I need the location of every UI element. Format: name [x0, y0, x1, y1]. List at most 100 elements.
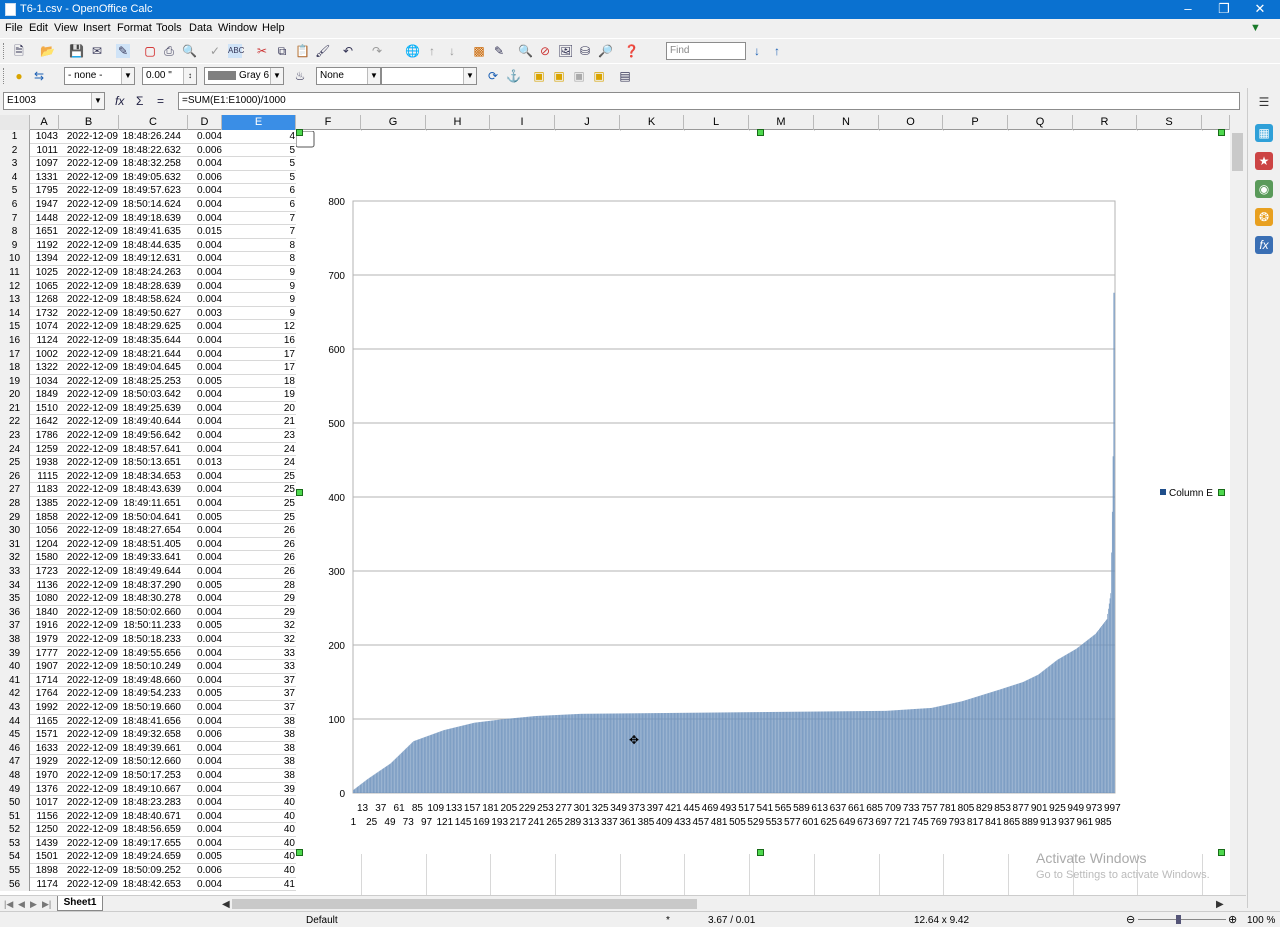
cell-b[interactable]: 2022-12-09: [59, 144, 118, 157]
previous-sheet-icon[interactable]: ◀: [18, 899, 25, 910]
find-replace-icon[interactable]: 🔍: [518, 44, 533, 58]
row-header[interactable]: 38: [0, 632, 30, 647]
cell-d[interactable]: 0.004: [189, 239, 222, 252]
cell-d[interactable]: 0.004: [189, 157, 222, 170]
cell-e[interactable]: 20: [223, 402, 295, 415]
cell-e[interactable]: 8: [223, 252, 295, 265]
cell-c[interactable]: 18:49:32.658: [119, 728, 181, 741]
cell-b[interactable]: 2022-12-09: [59, 334, 118, 347]
cell-c[interactable]: 18:49:17.655: [119, 837, 181, 850]
select-all-corner[interactable]: [0, 115, 30, 130]
cell-c[interactable]: 18:48:27.654: [119, 524, 181, 537]
cell-d[interactable]: 0.004: [189, 715, 222, 728]
vertical-scroll-thumb[interactable]: [1232, 133, 1243, 171]
column-header-j[interactable]: J: [555, 115, 620, 130]
cell-c[interactable]: 18:49:33.641: [119, 551, 181, 564]
hyperlink-icon[interactable]: 🌐: [405, 44, 420, 58]
cell-c[interactable]: 18:48:42.653: [119, 878, 181, 891]
cell-d[interactable]: 0.004: [189, 810, 222, 823]
cell-e[interactable]: 40: [223, 850, 295, 863]
row-header[interactable]: 3: [0, 157, 30, 171]
cell-d[interactable]: 0.004: [189, 783, 222, 796]
cell-e[interactable]: 39: [223, 783, 295, 796]
cell-b[interactable]: 2022-12-09: [59, 212, 118, 225]
cell-c[interactable]: 18:48:40.671: [119, 810, 181, 823]
selection-handle[interactable]: [757, 129, 764, 136]
cell-e[interactable]: 12: [223, 320, 295, 333]
cell-a[interactable]: 1074: [31, 320, 58, 333]
cell-d[interactable]: 0.004: [189, 334, 222, 347]
chevron-down-icon[interactable]: ▼: [270, 68, 283, 84]
column-header-p[interactable]: P: [943, 115, 1008, 130]
cell-e[interactable]: 28: [223, 579, 295, 592]
cell-d[interactable]: 0.004: [189, 293, 222, 306]
print-icon[interactable]: ⎙: [162, 44, 176, 58]
cell-a[interactable]: 1723: [31, 565, 58, 578]
row-header[interactable]: 48: [0, 768, 30, 783]
cell-a[interactable]: 1938: [31, 456, 58, 469]
cell-c[interactable]: 18:48:32.258: [119, 157, 181, 170]
row-header[interactable]: 34: [0, 578, 30, 593]
cell-b[interactable]: 2022-12-09: [59, 171, 118, 184]
last-sheet-icon[interactable]: ▶|: [42, 899, 51, 910]
cut-icon[interactable]: ✂: [255, 44, 269, 58]
cell-c[interactable]: 18:49:56.642: [119, 429, 181, 442]
function-icon[interactable]: =: [157, 94, 164, 108]
line-style-select[interactable]: - none - ▼: [64, 67, 135, 85]
area-style-select[interactable]: None ▼: [316, 67, 381, 85]
column-header-b[interactable]: B: [59, 115, 119, 130]
cell-d[interactable]: 0.004: [189, 184, 222, 197]
cell-c[interactable]: 18:48:25.253: [119, 375, 181, 388]
cell-e[interactable]: 40: [223, 796, 295, 809]
cell-b[interactable]: 2022-12-09: [59, 796, 118, 809]
chevron-down-icon[interactable]: ▼: [463, 68, 476, 84]
cell-e[interactable]: 26: [223, 538, 295, 551]
cell-b[interactable]: 2022-12-09: [59, 633, 118, 646]
cell-d[interactable]: 0.004: [189, 483, 222, 496]
cell-d[interactable]: 0.003: [189, 307, 222, 320]
cell-d[interactable]: 0.004: [189, 388, 222, 401]
cell-e[interactable]: 40: [223, 823, 295, 836]
row-header[interactable]: 25: [0, 456, 30, 470]
cell-e[interactable]: 26: [223, 524, 295, 537]
cell-a[interactable]: 1714: [31, 674, 58, 687]
row-header[interactable]: 11: [0, 265, 30, 280]
cell-c[interactable]: 18:49:40.644: [119, 415, 181, 428]
row-header[interactable]: 20: [0, 388, 30, 402]
cell-c[interactable]: 18:49:12.631: [119, 252, 181, 265]
gallery-sidebar-icon[interactable]: ◉: [1255, 180, 1273, 198]
cell-d[interactable]: 0.004: [189, 647, 222, 660]
cell-c[interactable]: 18:48:41.656: [119, 715, 181, 728]
horizontal-scroll-thumb[interactable]: [232, 899, 697, 909]
cell-a[interactable]: 1510: [31, 402, 58, 415]
area-icon[interactable]: ♨: [293, 69, 307, 83]
cell-e[interactable]: 40: [223, 810, 295, 823]
zoom-icon[interactable]: 🔎: [598, 44, 613, 58]
chevron-down-icon[interactable]: ▼: [121, 68, 134, 84]
sidebar-menu-icon[interactable]: ☰: [1255, 93, 1273, 111]
menu-data[interactable]: Data: [189, 22, 212, 34]
cell-c[interactable]: 18:48:44.635: [119, 239, 181, 252]
row-header[interactable]: 28: [0, 497, 30, 511]
row-header[interactable]: 30: [0, 524, 30, 538]
cell-a[interactable]: 1025: [31, 266, 58, 279]
cell-b[interactable]: 2022-12-09: [59, 606, 118, 619]
cell-a[interactable]: 1929: [31, 755, 58, 768]
cell-c[interactable]: 18:49:05.632: [119, 171, 181, 184]
find-input[interactable]: Find: [666, 42, 746, 60]
menu-window[interactable]: Window: [218, 22, 257, 34]
cell-e[interactable]: 4: [223, 130, 295, 143]
zoom-slider[interactable]: [1138, 919, 1226, 920]
cell-d[interactable]: 0.005: [189, 619, 222, 632]
cell-c[interactable]: 18:48:56.659: [119, 823, 181, 836]
update-icon[interactable]: ▼: [1250, 22, 1261, 34]
cell-c[interactable]: 18:49:55.656: [119, 647, 181, 660]
cell-d[interactable]: 0.004: [189, 755, 222, 768]
cell-e[interactable]: 29: [223, 592, 295, 605]
row-header[interactable]: 32: [0, 551, 30, 565]
cell-a[interactable]: 1439: [31, 837, 58, 850]
cell-a[interactable]: 1017: [31, 796, 58, 809]
function-wizard-icon[interactable]: fx: [115, 94, 124, 108]
cell-c[interactable]: 18:49:11.651: [119, 497, 181, 510]
cell-e[interactable]: 5: [223, 144, 295, 157]
